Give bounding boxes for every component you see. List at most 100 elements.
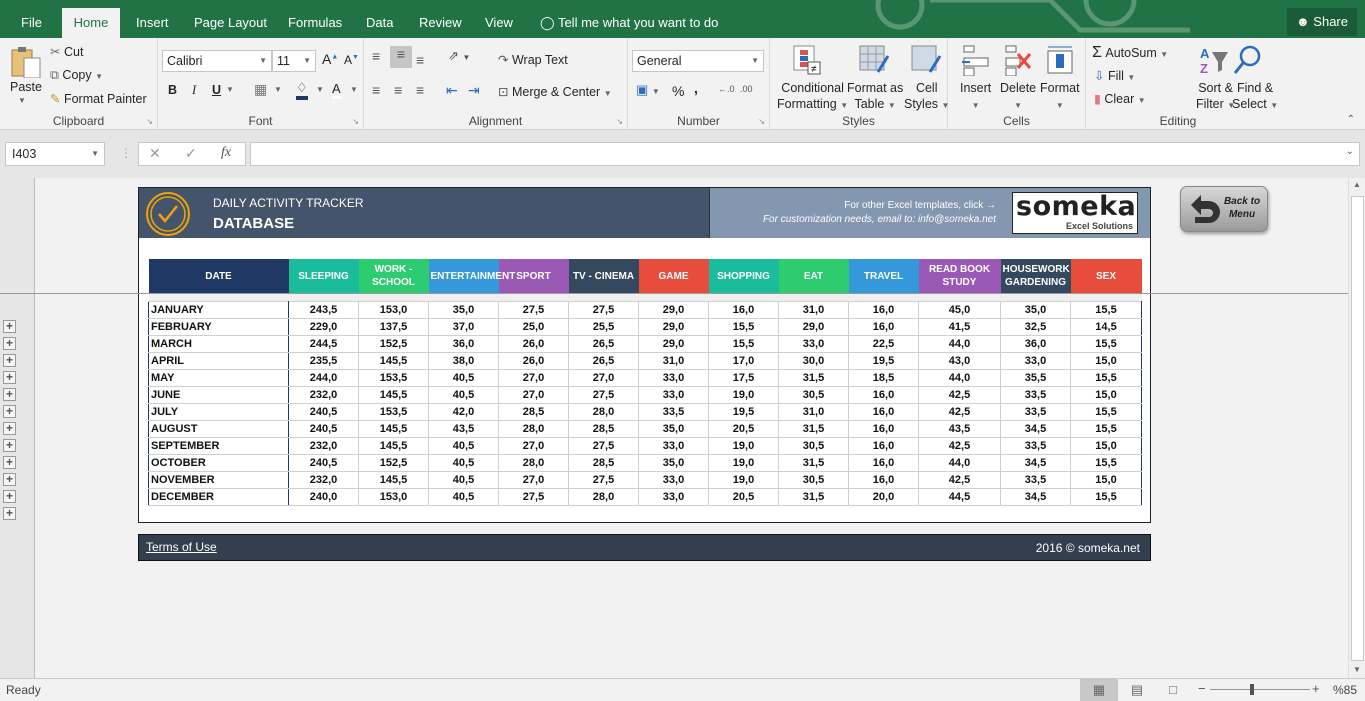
value-cell[interactable]: 40,5 xyxy=(428,385,499,404)
value-cell[interactable]: 30,0 xyxy=(778,351,849,370)
value-cell[interactable]: 43,5 xyxy=(428,419,499,438)
value-cell[interactable]: 33,5 xyxy=(638,402,709,421)
value-cell[interactable]: 27,5 xyxy=(568,385,639,404)
increase-font-button[interactable]: A▲ xyxy=(322,51,338,67)
month-cell[interactable]: JANUARY xyxy=(148,300,289,319)
value-cell[interactable]: 44,0 xyxy=(918,334,1001,353)
value-cell[interactable]: 40,5 xyxy=(428,453,499,472)
fill-button[interactable]: ⇩ Fill ▼ xyxy=(1094,68,1135,83)
value-cell[interactable]: 153,5 xyxy=(358,368,429,387)
copy-button[interactable]: ⧉ Copy ▼ xyxy=(50,68,103,83)
value-cell[interactable]: 235,5 xyxy=(288,351,359,370)
orientation-icon[interactable]: ⇗ ▼ xyxy=(448,48,470,64)
bold-button[interactable]: B xyxy=(168,83,177,97)
expand-group-button[interactable]: + xyxy=(3,456,16,469)
value-cell[interactable]: 16,0 xyxy=(848,436,919,455)
value-cell[interactable]: 33,0 xyxy=(638,368,709,387)
fill-color-button[interactable]: ♢ xyxy=(296,80,308,100)
value-cell[interactable]: 240,5 xyxy=(288,453,359,472)
value-cell[interactable]: 28,5 xyxy=(568,453,639,472)
value-cell[interactable]: 15,0 xyxy=(1070,351,1142,370)
formula-input[interactable]: ⌄ xyxy=(250,142,1360,166)
dialog-launcher-icon[interactable]: ↘ xyxy=(758,117,765,126)
number-format-combo[interactable]: General ▼ xyxy=(632,50,764,72)
value-cell[interactable]: 15,5 xyxy=(1070,453,1142,472)
font-color-dropdown-icon[interactable]: ▼ xyxy=(350,85,358,94)
value-cell[interactable]: 16,0 xyxy=(848,402,919,421)
dialog-launcher-icon[interactable]: ↘ xyxy=(616,117,623,126)
tab-data[interactable]: Data xyxy=(358,8,401,38)
name-box[interactable]: I403 ▼ xyxy=(5,142,105,166)
value-cell[interactable]: 16,0 xyxy=(848,300,919,319)
value-cell[interactable]: 34,5 xyxy=(1000,453,1071,472)
zoom-in-button[interactable]: + xyxy=(1312,681,1320,696)
value-cell[interactable]: 17,0 xyxy=(708,351,779,370)
format-button[interactable]: Format ▼ xyxy=(1040,80,1080,114)
font-size-combo[interactable]: 11 ▼ xyxy=(272,50,316,72)
value-cell[interactable]: 27,5 xyxy=(498,300,569,319)
value-cell[interactable]: 16,0 xyxy=(848,470,919,489)
font-name-combo[interactable]: Calibri ▼ xyxy=(162,50,272,72)
format-painter-button[interactable]: ✎ Format Painter xyxy=(50,91,147,106)
expand-group-button[interactable]: + xyxy=(3,388,16,401)
value-cell[interactable]: 26,5 xyxy=(568,334,639,353)
month-cell[interactable]: NOVEMBER xyxy=(148,470,289,489)
value-cell[interactable]: 15,0 xyxy=(1070,470,1142,489)
tab-insert[interactable]: Insert xyxy=(128,8,177,38)
tab-home[interactable]: Home xyxy=(62,8,120,38)
value-cell[interactable]: 152,5 xyxy=(358,334,429,353)
value-cell[interactable]: 43,5 xyxy=(918,419,1001,438)
value-cell[interactable]: 33,0 xyxy=(638,385,709,404)
value-cell[interactable]: 34,5 xyxy=(1000,487,1071,506)
value-cell[interactable]: 42,5 xyxy=(918,402,1001,421)
value-cell[interactable]: 27,5 xyxy=(568,470,639,489)
value-cell[interactable]: 26,0 xyxy=(498,334,569,353)
value-cell[interactable]: 153,5 xyxy=(358,402,429,421)
value-cell[interactable]: 27,0 xyxy=(568,368,639,387)
value-cell[interactable]: 33,5 xyxy=(1000,385,1071,404)
expand-group-button[interactable]: + xyxy=(3,337,16,350)
value-cell[interactable]: 28,5 xyxy=(568,419,639,438)
value-cell[interactable]: 36,0 xyxy=(1000,334,1071,353)
expand-group-button[interactable]: + xyxy=(3,320,16,333)
value-cell[interactable]: 145,5 xyxy=(358,436,429,455)
value-cell[interactable]: 35,5 xyxy=(1000,368,1071,387)
month-cell[interactable]: OCTOBER xyxy=(148,453,289,472)
value-cell[interactable]: 19,0 xyxy=(708,436,779,455)
value-cell[interactable]: 42,0 xyxy=(428,402,499,421)
value-cell[interactable]: 145,5 xyxy=(358,470,429,489)
value-cell[interactable]: 153,0 xyxy=(358,487,429,506)
value-cell[interactable]: 153,0 xyxy=(358,300,429,319)
value-cell[interactable]: 19,0 xyxy=(708,470,779,489)
expand-group-button[interactable]: + xyxy=(3,473,16,486)
currency-icon[interactable]: ▣ ▼ xyxy=(636,82,660,98)
month-cell[interactable]: APRIL xyxy=(148,351,289,370)
scroll-thumb[interactable] xyxy=(1351,196,1364,661)
value-cell[interactable]: 18,5 xyxy=(848,368,919,387)
value-cell[interactable]: 19,0 xyxy=(708,385,779,404)
value-cell[interactable]: 42,5 xyxy=(918,436,1001,455)
zoom-level[interactable]: %85 xyxy=(1333,683,1357,697)
conditional-formatting-button[interactable]: Conditional Formatting ▼ xyxy=(777,80,848,114)
merge-center-button[interactable]: ⊡ Merge & Center ▼ xyxy=(498,84,612,99)
value-cell[interactable]: 40,5 xyxy=(428,487,499,506)
value-cell[interactable]: 229,0 xyxy=(288,317,359,336)
tab-formulas[interactable]: Formulas xyxy=(280,8,350,38)
clear-button[interactable]: ▮ Clear ▼ xyxy=(1094,91,1146,106)
expand-group-button[interactable]: + xyxy=(3,354,16,367)
value-cell[interactable]: 38,0 xyxy=(428,351,499,370)
value-cell[interactable]: 17,5 xyxy=(708,368,779,387)
value-cell[interactable]: 244,0 xyxy=(288,368,359,387)
insert-function-icon[interactable]: fx xyxy=(221,145,231,161)
value-cell[interactable]: 240,5 xyxy=(288,402,359,421)
format-as-table-button[interactable]: Format as Table ▼ xyxy=(847,80,903,114)
value-cell[interactable]: 29,0 xyxy=(778,317,849,336)
value-cell[interactable]: 44,0 xyxy=(918,368,1001,387)
value-cell[interactable]: 31,0 xyxy=(778,402,849,421)
value-cell[interactable]: 145,5 xyxy=(358,419,429,438)
value-cell[interactable]: 16,0 xyxy=(848,453,919,472)
value-cell[interactable]: 32,5 xyxy=(1000,317,1071,336)
comma-button[interactable]: , xyxy=(694,80,698,96)
value-cell[interactable]: 27,5 xyxy=(568,300,639,319)
value-cell[interactable]: 42,5 xyxy=(918,385,1001,404)
